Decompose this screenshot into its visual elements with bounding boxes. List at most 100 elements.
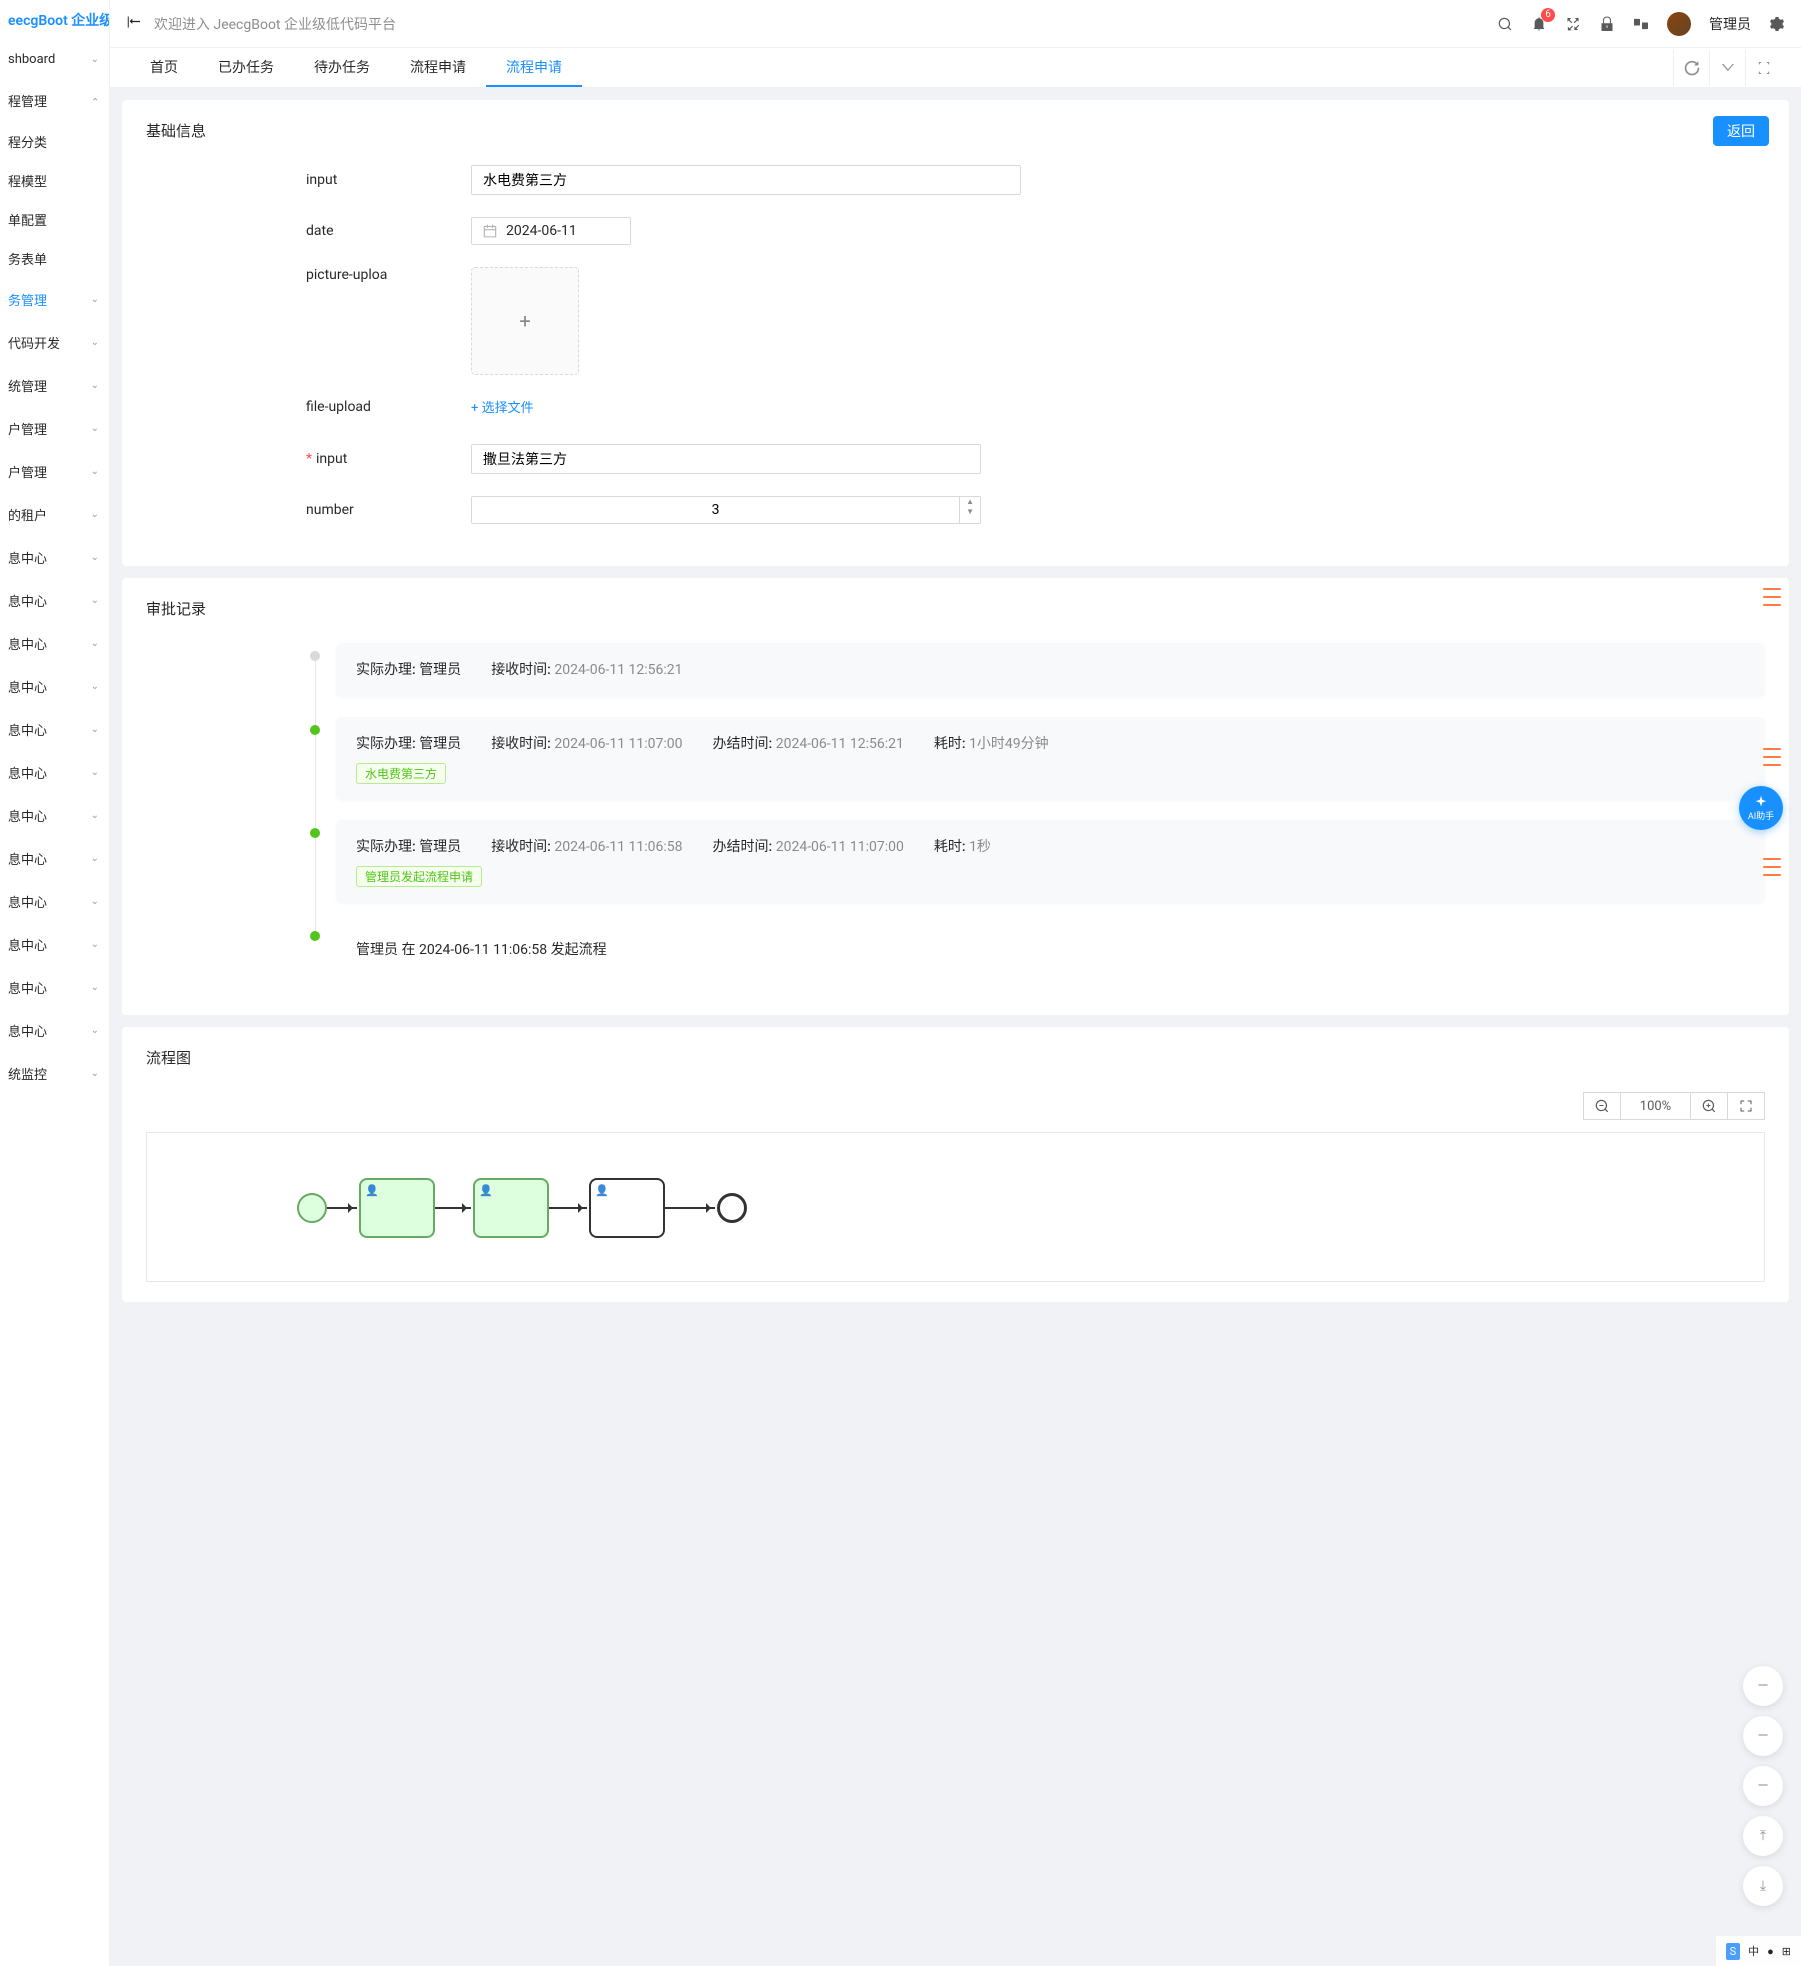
notification-badge: 6: [1541, 8, 1555, 22]
zoom-level[interactable]: 100%: [1621, 1092, 1691, 1120]
user-icon: 👤: [479, 1184, 493, 1197]
flowchart-card: 流程图 100% 👤 👤 👤: [122, 1027, 1789, 1302]
card-title: 流程图: [146, 1047, 1765, 1068]
sidebar-item[interactable]: 户管理⌄: [0, 450, 109, 493]
sidebar-item[interactable]: 息中心⌄: [0, 579, 109, 622]
sidebar-item[interactable]: 的租户⌄: [0, 493, 109, 536]
sidebar-item[interactable]: 息中心⌄: [0, 880, 109, 923]
decoration: [1763, 588, 1781, 606]
flow-arrow: [665, 1207, 715, 1209]
fullscreen-icon[interactable]: [1565, 16, 1581, 32]
gear-icon[interactable]: [1769, 16, 1785, 32]
sidebar-item[interactable]: 息中心⌄: [0, 751, 109, 794]
sidebar-item[interactable]: 息中心⌄: [0, 966, 109, 1009]
approval-record-card: 审批记录 实际办理: 管理员接收时间: 2024-06-11 12:56:21实…: [122, 578, 1789, 1015]
card-title: 审批记录: [146, 598, 1765, 619]
sidebar-item[interactable]: 程分类: [0, 122, 109, 161]
flow-start-node[interactable]: [297, 1193, 327, 1223]
float-button-2[interactable]: —: [1743, 1716, 1783, 1756]
number-label: number: [306, 502, 471, 518]
sidebar-item[interactable]: 代码开发⌄: [0, 321, 109, 364]
number-down-icon[interactable]: ▼: [960, 507, 980, 517]
input2-label: *input: [306, 451, 471, 467]
flow-end-node[interactable]: [717, 1193, 747, 1223]
sidebar-item[interactable]: 务管理⌄: [0, 278, 109, 321]
translate-icon[interactable]: [1633, 16, 1649, 32]
tab[interactable]: 待办任务: [294, 49, 390, 87]
float-button-3[interactable]: —: [1743, 1766, 1783, 1806]
float-button-1[interactable]: —: [1743, 1666, 1783, 1706]
ime-lang[interactable]: 中: [1748, 1943, 1759, 1959]
sidebar-item[interactable]: 息中心⌄: [0, 622, 109, 665]
bell-icon[interactable]: 6: [1531, 16, 1547, 32]
search-icon[interactable]: [1497, 16, 1513, 32]
date-value: 2024-06-11: [506, 223, 577, 239]
logo[interactable]: eecgBoot 企业级...: [0, 0, 109, 40]
tab[interactable]: 已办任务: [198, 49, 294, 87]
sidebar-item[interactable]: 单配置: [0, 200, 109, 239]
number-value[interactable]: [472, 497, 959, 523]
timeline-dot: [310, 725, 320, 735]
sidebar-item[interactable]: 息中心⌄: [0, 837, 109, 880]
sidebar-item[interactable]: 务表单: [0, 239, 109, 278]
taskbar-icon[interactable]: ⊞: [1782, 1945, 1791, 1958]
number-up-icon[interactable]: ▲: [960, 497, 980, 507]
picture-upload-label: picture-uploa: [306, 267, 471, 283]
sidebar-item[interactable]: 统监控⌄: [0, 1052, 109, 1095]
tab-refresh-icon[interactable]: [1673, 50, 1709, 86]
scroll-bottom-button[interactable]: ⤓: [1743, 1866, 1783, 1906]
calendar-icon: [482, 223, 498, 239]
timeline-plain-text: 管理员 在 2024-06-11 11:06:58 发起流程: [336, 923, 1765, 975]
flowchart-canvas[interactable]: 👤 👤 👤: [146, 1132, 1765, 1282]
fit-view-button[interactable]: [1728, 1092, 1765, 1120]
flow-arrow: [549, 1207, 587, 1209]
tab[interactable]: 流程申请: [486, 49, 582, 87]
sidebar-item[interactable]: 息中心⌄: [0, 794, 109, 837]
timeline-dot: [310, 931, 320, 941]
sidebar-item[interactable]: 统管理⌄: [0, 364, 109, 407]
flow-task-node-1[interactable]: 👤: [359, 1178, 435, 1238]
zoom-out-button[interactable]: [1583, 1092, 1621, 1120]
sidebar-item[interactable]: 户管理⌄: [0, 407, 109, 450]
sidebar-item[interactable]: 息中心⌄: [0, 923, 109, 966]
tab[interactable]: 首页: [130, 49, 198, 87]
decoration: [1763, 858, 1781, 876]
status-tag: 水电费第三方: [356, 763, 446, 784]
avatar[interactable]: [1667, 12, 1691, 36]
input2-field[interactable]: [471, 444, 981, 474]
sidebar-item[interactable]: 程模型: [0, 161, 109, 200]
scroll-top-button[interactable]: ⤒: [1743, 1816, 1783, 1856]
sidebar-item[interactable]: shboard⌄: [0, 40, 109, 79]
sidebar-item[interactable]: 息中心⌄: [0, 1009, 109, 1052]
sidebar: eecgBoot 企业级... shboard⌄程管理⌄程分类程模型单配置务表单…: [0, 0, 110, 1966]
back-button[interactable]: 返回: [1713, 116, 1769, 146]
user-icon: 👤: [595, 1184, 609, 1197]
sidebar-item[interactable]: 息中心⌄: [0, 536, 109, 579]
taskbar: S 中 ● ⊞: [1716, 1936, 1801, 1966]
welcome-text: 欢迎进入 JeecgBoot 企业级低代码平台: [154, 14, 396, 34]
timeline-item: 管理员 在 2024-06-11 11:06:58 发起流程: [336, 923, 1765, 995]
flow-task-node-3[interactable]: 👤: [589, 1178, 665, 1238]
collapse-sidebar-button[interactable]: [126, 14, 142, 34]
flow-task-node-2[interactable]: 👤: [473, 1178, 549, 1238]
sidebar-item[interactable]: 程管理⌄: [0, 79, 109, 122]
username[interactable]: 管理员: [1709, 14, 1751, 34]
ime-badge[interactable]: S: [1726, 1943, 1741, 1960]
number-field[interactable]: ▲ ▼: [471, 496, 981, 524]
lock-icon[interactable]: [1599, 16, 1615, 32]
timeline-item: 实际办理: 管理员接收时间: 2024-06-11 11:06:58办结时间: …: [336, 820, 1765, 923]
timeline-item: 实际办理: 管理员接收时间: 2024-06-11 11:07:00办结时间: …: [336, 717, 1765, 820]
flow-arrow: [327, 1207, 357, 1209]
tab-fullscreen-icon[interactable]: [1745, 50, 1781, 86]
tab[interactable]: 流程申请: [390, 49, 486, 87]
date-field[interactable]: 2024-06-11: [471, 217, 631, 245]
sidebar-item[interactable]: 息中心⌄: [0, 708, 109, 751]
picture-upload-button[interactable]: +: [471, 267, 579, 375]
input-field[interactable]: [471, 165, 1021, 195]
zoom-in-button[interactable]: [1691, 1092, 1728, 1120]
taskbar-icon[interactable]: ●: [1767, 1945, 1774, 1958]
tab-dropdown-icon[interactable]: [1709, 50, 1745, 86]
sidebar-item[interactable]: 息中心⌄: [0, 665, 109, 708]
file-upload-button[interactable]: 选择文件: [471, 397, 534, 416]
timeline-dot: [310, 828, 320, 838]
